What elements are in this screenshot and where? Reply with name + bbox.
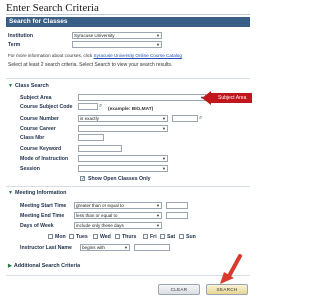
subject-area-select[interactable]: ▼ (78, 94, 206, 101)
course-number-operator[interactable]: is exactly ▼ (78, 115, 168, 122)
days-checkbox-row: Mon Tues Wed Thurs Fri Sat Sun (48, 233, 248, 241)
day-checkbox-fri[interactable] (143, 234, 148, 239)
chevron-down-icon: ▼ (156, 33, 160, 38)
collapse-triangle-icon: ▼ (8, 83, 13, 89)
meeting-end-input[interactable] (166, 212, 188, 219)
subject-code-label: Course Subject Code (20, 104, 73, 110)
chevron-down-icon: ▼ (162, 116, 166, 121)
institution-value: Syracuse University (74, 33, 115, 38)
day-checkbox-sat[interactable] (160, 234, 165, 239)
term-select[interactable]: ▼ (72, 41, 162, 48)
section-divider (6, 186, 250, 187)
days-operator-value: include only these days (76, 223, 124, 228)
class-nbr-label: Class Nbr (20, 135, 45, 141)
meeting-start-input[interactable] (166, 202, 188, 209)
chevron-down-icon: ▼ (156, 213, 160, 218)
day-label-mon: Mon (55, 234, 66, 240)
lookup-icon[interactable]: ⌕ (99, 103, 106, 110)
meeting-info-header[interactable]: ▼ Meeting Information (8, 190, 66, 196)
meeting-info-title: Meeting Information (14, 190, 67, 196)
day-checkbox-thurs[interactable] (115, 234, 120, 239)
expand-triangle-icon: ▶ (8, 263, 12, 269)
chevron-down-icon: ▼ (156, 223, 160, 228)
chevron-down-icon: ▼ (162, 166, 166, 171)
day-label-tues: Tues (76, 234, 88, 240)
day-label-sat: Sat (167, 234, 176, 240)
pointer-arrow-icon (220, 254, 242, 284)
instructor-operator-value: begins with (82, 245, 105, 250)
session-label: Session (20, 166, 40, 172)
day-label-thurs: Thurs (122, 234, 137, 240)
chevron-down-icon: ▼ (162, 156, 166, 161)
additional-criteria-title: Additional Search Criteria (13, 263, 81, 269)
day-checkbox-sun[interactable] (179, 234, 184, 239)
clear-button[interactable]: CLEAR (158, 284, 200, 295)
catalog-info: For more information about courses, clic… (8, 53, 182, 58)
chevron-down-icon: ▼ (162, 126, 166, 131)
day-checkbox-tues[interactable] (69, 234, 74, 239)
title-divider (6, 14, 250, 15)
term-label: Term (8, 42, 21, 48)
institution-label: Institution (8, 33, 34, 39)
meeting-start-label: Meeting Start Time (20, 203, 67, 209)
course-number-input[interactable] (172, 115, 198, 122)
lookup-icon[interactable]: ⌕ (199, 115, 206, 122)
chevron-down-icon: ▼ (124, 245, 128, 250)
section-divider (6, 78, 250, 79)
day-label-fri: Fri (150, 234, 157, 240)
search-banner: Search for Classes (6, 17, 250, 27)
show-open-label: Show Open Classes Only (88, 176, 151, 182)
instructor-input[interactable] (134, 244, 170, 251)
days-operator[interactable]: include only these days ▼ (74, 222, 162, 229)
class-search-title: Class Search (14, 83, 49, 89)
instructor-label: Instructor Last Name (20, 245, 72, 251)
subject-area-callout: Subject Area (202, 91, 252, 105)
meeting-end-label: Meeting End Time (20, 213, 65, 219)
subject-code-hint: (example: BIO,MAT) (108, 107, 154, 112)
page-title: Enter Search Criteria (6, 2, 99, 14)
institution-select[interactable]: Syracuse University ▼ (72, 32, 162, 39)
meeting-end-operator-value: less than or equal to (76, 213, 118, 218)
mode-select[interactable]: ▼ (78, 155, 168, 162)
search-instruction: Select at least 2 search criteria. Selec… (8, 62, 173, 68)
subject-area-label: Subject Area (20, 95, 52, 101)
chevron-down-icon: ▼ (156, 42, 160, 47)
instructor-operator[interactable]: begins with ▼ (80, 244, 130, 251)
course-career-label: Course Career (20, 126, 56, 132)
catalog-link[interactable]: Syracuse University Online Course Catalo… (94, 53, 182, 58)
class-nbr-input[interactable] (78, 134, 104, 141)
class-search-header[interactable]: ▼ Class Search (8, 83, 49, 89)
day-checkbox-wed[interactable] (93, 234, 98, 239)
meeting-start-operator[interactable]: greater than or equal to ▼ (74, 202, 162, 209)
session-select[interactable]: ▼ (78, 165, 168, 172)
days-of-week-label: Days of Week (20, 223, 54, 229)
course-keyword-label: Course Keyword (20, 146, 62, 152)
section-divider (6, 275, 250, 276)
course-keyword-input[interactable] (78, 145, 122, 152)
meeting-end-operator[interactable]: less than or equal to ▼ (74, 212, 162, 219)
show-open-checkbox[interactable] (80, 176, 85, 181)
subject-code-input[interactable] (78, 103, 98, 110)
chevron-down-icon: ▼ (156, 203, 160, 208)
meeting-start-operator-value: greater than or equal to (76, 203, 124, 208)
course-career-select[interactable]: ▼ (78, 125, 168, 132)
catalog-info-text: For more information about courses, clic… (8, 53, 93, 58)
day-label-sun: Sun (186, 234, 196, 240)
mode-label: Mode of Instruction (20, 156, 69, 162)
course-number-label: Course Number (20, 116, 59, 122)
day-label-wed: Wed (100, 234, 111, 240)
course-number-operator-value: is exactly (80, 116, 99, 121)
collapse-triangle-icon: ▼ (8, 190, 13, 196)
day-checkbox-mon[interactable] (48, 234, 53, 239)
additional-criteria-header[interactable]: ▶ Additional Search Criteria (8, 263, 80, 269)
